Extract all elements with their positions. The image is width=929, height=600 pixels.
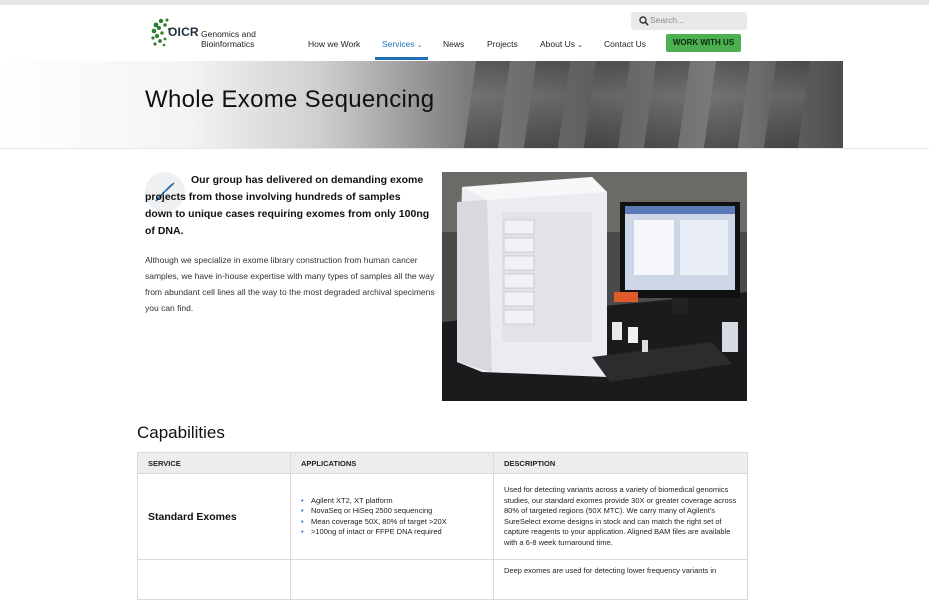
- divider: [0, 148, 929, 149]
- hero-server-rack: [643, 61, 691, 148]
- nav-projects[interactable]: Projects: [487, 39, 518, 49]
- hero-server-rack: [763, 61, 811, 148]
- list-item: Agilent XT2, XT platform: [301, 496, 483, 507]
- list-item: NovaSeq or HiSeq 2500 sequencing: [301, 506, 483, 517]
- hero-server-rack: [463, 61, 511, 148]
- hero-server-rack: [583, 61, 631, 148]
- intro-body: Although we specialize in exome library …: [145, 255, 435, 313]
- applications-cell: [290, 559, 494, 600]
- capabilities-table: SERVICE APPLICATIONS DESCRIPTION Standar…: [137, 452, 748, 600]
- lab-instrument-photo: [442, 172, 747, 401]
- nav-services[interactable]: Services ⌄: [382, 39, 422, 49]
- intro-lead: Our group has delivered on demanding exo…: [145, 174, 430, 237]
- chevron-down-icon: ⌄: [576, 42, 583, 49]
- list-item: >100ng of intact or FFPE DNA required: [301, 527, 483, 538]
- active-nav-indicator: [375, 57, 428, 60]
- list-item: Mean coverage 50X, 80% of target >20X: [301, 517, 483, 528]
- chevron-down-icon: ⌄: [416, 42, 423, 49]
- description-cell: Used for detecting variants across a var…: [493, 473, 748, 560]
- column-header-applications: APPLICATIONS: [290, 452, 494, 474]
- table-row: Deep exomes are used for detecting lower…: [137, 559, 748, 600]
- main-nav: How we Work Services ⌄ News Projects Abou…: [0, 0, 929, 60]
- table-header-row: SERVICE APPLICATIONS DESCRIPTION: [137, 452, 748, 474]
- nav-about-us[interactable]: About Us ⌄: [540, 39, 583, 49]
- nav-how-we-work[interactable]: How we Work: [308, 39, 360, 49]
- work-with-us-button[interactable]: WORK WITH US: [666, 34, 741, 52]
- nav-news[interactable]: News: [443, 39, 464, 49]
- page-title: Whole Exome Sequencing: [145, 86, 435, 113]
- service-name: [137, 559, 291, 600]
- hero-banner: Whole Exome Sequencing: [0, 61, 843, 148]
- service-name: Standard Exomes: [137, 473, 291, 560]
- applications-list: Agilent XT2, XT platform NovaSeq or HiSe…: [301, 496, 483, 538]
- description-cell: Deep exomes are used for detecting lower…: [493, 559, 748, 600]
- table-row: Standard Exomes Agilent XT2, XT platform…: [137, 473, 748, 560]
- nav-contact-us[interactable]: Contact Us: [604, 39, 646, 49]
- applications-cell: Agilent XT2, XT platform NovaSeq or HiSe…: [290, 473, 494, 560]
- column-header-description: DESCRIPTION: [493, 452, 748, 474]
- hero-server-rack: [523, 61, 571, 148]
- capabilities-heading: Capabilities: [137, 423, 225, 442]
- hero-server-rack: [703, 61, 751, 148]
- column-header-service: SERVICE: [137, 452, 291, 474]
